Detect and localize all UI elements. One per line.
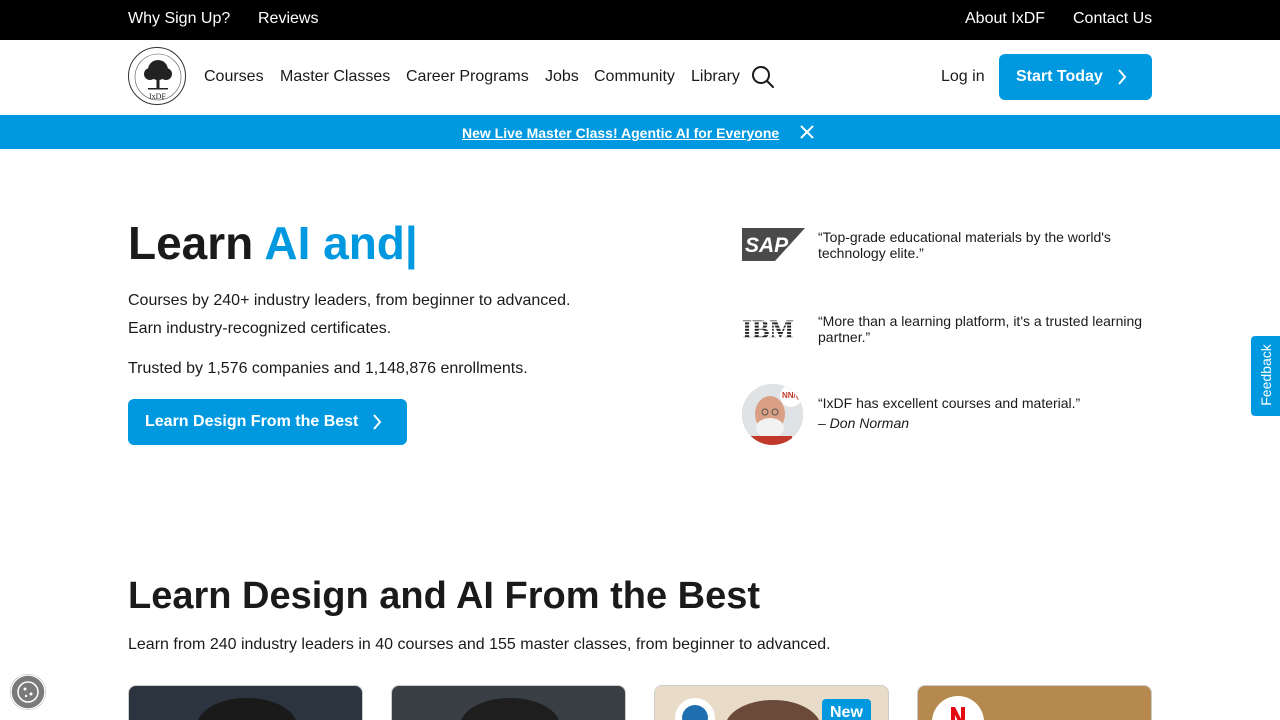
hero-line-2: Earn industry-recognized certificates.	[128, 320, 392, 337]
top-bar: Why Sign Up? Reviews About IxDF Contact …	[0, 0, 1280, 40]
why-sign-up-link[interactable]: Why Sign Up?	[128, 10, 230, 28]
course-card[interactable]	[917, 685, 1152, 720]
main-nav: IxDF Courses Master Classes Career Progr…	[0, 40, 1280, 115]
chevron-right-icon	[1118, 69, 1127, 85]
close-icon[interactable]	[799, 124, 815, 140]
course-card[interactable]: New	[654, 685, 889, 720]
hero-line-1: Courses by 240+ industry leaders, from b…	[128, 292, 571, 309]
learn-design-button[interactable]: Learn Design From the Best	[128, 399, 407, 445]
nng-badge: NN/g	[780, 385, 802, 407]
nav-master-classes[interactable]: Master Classes	[280, 68, 390, 86]
banner-link[interactable]: New Live Master Class! Agentic AI for Ev…	[462, 125, 779, 141]
announcement-banner: New Live Master Class! Agentic AI for Ev…	[0, 115, 1280, 149]
card-image	[198, 698, 296, 720]
don-norman-avatar: NN/g	[742, 384, 803, 445]
start-today-label: Start Today	[1016, 68, 1103, 85]
cookie-settings-button[interactable]	[10, 674, 46, 710]
course-card[interactable]	[391, 685, 626, 720]
nav-courses[interactable]: Courses	[204, 68, 264, 86]
hero-line-3: Trusted by 1,576 companies and 1,148,876…	[128, 360, 528, 377]
nav-community[interactable]: Community	[594, 68, 675, 86]
nav-library[interactable]: Library	[691, 68, 740, 86]
nng-badge-text: NN/g	[782, 391, 801, 400]
feedback-tab[interactable]: Feedback	[1251, 336, 1280, 416]
contact-link[interactable]: Contact Us	[1073, 10, 1152, 28]
course-card[interactable]	[128, 685, 363, 720]
sap-quote: “Top-grade educational materials by the …	[818, 229, 1111, 261]
ibm-logo: IBM	[742, 316, 794, 342]
card-image	[461, 698, 559, 720]
nav-jobs[interactable]: Jobs	[545, 68, 579, 86]
ibm-logo-text: IBM	[742, 316, 794, 342]
cookie-icon	[10, 674, 46, 710]
hero-title-prefix: Learn	[128, 217, 254, 269]
logo-text: IxDF	[149, 92, 166, 101]
chevron-right-icon	[373, 414, 382, 430]
norman-quote: “IxDF has excellent courses and material…	[818, 395, 1081, 411]
reviews-link[interactable]: Reviews	[258, 10, 318, 28]
nav-career-programs[interactable]: Career Programs	[406, 68, 529, 86]
sap-logo-text: SAP	[745, 234, 789, 257]
learn-design-label: Learn Design From the Best	[145, 413, 359, 430]
ixdf-logo[interactable]: IxDF	[128, 47, 186, 105]
section-subtitle: Learn from 240 industry leaders in 40 co…	[128, 636, 831, 653]
section-title: Learn Design and AI From the Best	[128, 575, 761, 617]
card-image	[932, 696, 984, 720]
norman-author: – Don Norman	[818, 415, 910, 431]
about-link[interactable]: About IxDF	[965, 10, 1045, 28]
new-badge: New	[822, 699, 871, 720]
login-link[interactable]: Log in	[941, 68, 985, 86]
hero-title-accent: AI and|	[264, 217, 418, 269]
search-icon[interactable]	[751, 65, 775, 89]
ibm-quote: “More than a learning platform, it's a t…	[818, 313, 1143, 345]
hero-title: Learn AI and|	[128, 216, 418, 270]
sap-logo: SAP	[742, 228, 805, 261]
start-today-button[interactable]: Start Today	[999, 54, 1152, 100]
feedback-label: Feedback	[1258, 344, 1274, 406]
